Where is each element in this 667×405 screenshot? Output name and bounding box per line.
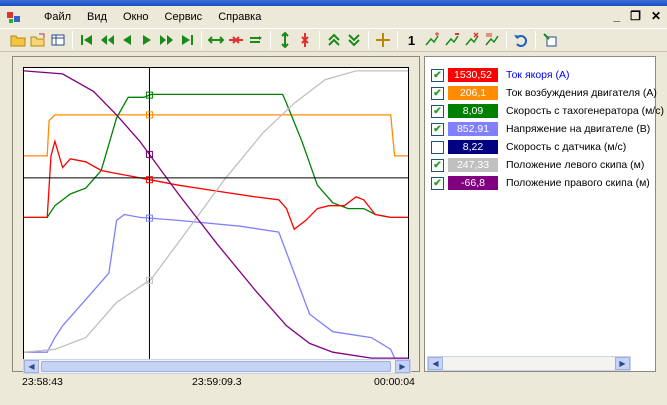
undo-icon[interactable] <box>511 31 530 50</box>
toolbar-separator <box>319 31 320 49</box>
zoom-in-vertical-icon[interactable] <box>275 31 294 50</box>
legend-horizontal-scrollbar[interactable]: ◀ ▶ <box>427 356 631 371</box>
chart-panel: ◀ ▶ <box>12 56 420 374</box>
legend-item[interactable]: ✔ 247,33 Положение левого скипа (м) <box>431 157 644 173</box>
legend-checkbox[interactable]: ✔ <box>431 176 444 190</box>
menu-bar: Файл Вид Окно Сервис Справка _ ❐ ✕ <box>0 6 667 28</box>
legend-item[interactable]: ✔ 852,91 Напряжение на двигателе (В) <box>431 121 650 137</box>
restore-button[interactable]: ❐ <box>630 9 641 23</box>
legend-item[interactable]: 8,22 Скорость с датчика (м/с) <box>431 139 626 155</box>
zoom-out-horizontal-icon[interactable] <box>226 31 245 50</box>
legend-checkbox[interactable]: ✔ <box>431 122 444 136</box>
series-line <box>24 70 408 353</box>
oscillogram-plot[interactable] <box>23 67 409 360</box>
legend-item[interactable]: ✔ 1530,52 Ток якоря (А) <box>431 67 570 83</box>
scale-up-icon[interactable] <box>324 31 343 50</box>
time-cursor: 23:59:09.3 <box>192 376 242 388</box>
time-span: 00:00:04 <box>374 376 415 388</box>
legend-checkbox[interactable]: ✔ <box>431 68 444 82</box>
series-line <box>24 93 408 219</box>
toolbar-separator <box>201 31 202 49</box>
time-start: 23:58:43 <box>22 376 63 388</box>
minimize-button[interactable]: _ <box>613 9 620 23</box>
series-line <box>24 138 408 231</box>
scroll-thumb[interactable] <box>41 361 391 372</box>
menu-file[interactable]: Файл <box>36 7 79 27</box>
scale-down-icon[interactable] <box>344 31 363 50</box>
scroll-right-icon[interactable]: ▶ <box>395 360 410 373</box>
legend-item[interactable]: ✔ 8,09 Скорость с тахогенератора (м/с) <box>431 103 664 119</box>
table-icon[interactable] <box>48 31 67 50</box>
toolbar-separator <box>368 31 369 49</box>
legend-label: Ток якоря (А) <box>506 69 570 81</box>
series-line <box>24 70 408 359</box>
legend-scroll-left-icon[interactable]: ◀ <box>428 357 443 370</box>
legend-label: Напряжение на двигателе (В) <box>506 123 651 135</box>
app-icon[interactable] <box>6 9 22 25</box>
toolbar-separator <box>72 31 73 49</box>
legend-checkbox[interactable]: ✔ <box>431 158 444 172</box>
open-file-icon[interactable] <box>28 31 47 50</box>
play-icon[interactable] <box>137 31 156 50</box>
zoom-in-horizontal-icon[interactable] <box>206 31 225 50</box>
app-window: Файл Вид Окно Сервис Справка _ ❐ ✕ 1 ◀ ▶… <box>0 0 667 405</box>
chart-horizontal-scrollbar[interactable]: ◀ ▶ <box>23 359 411 374</box>
legend-panel: ✔ 1530,52 Ток якоря (А) ✔ 206,1 Ток возбужден… <box>424 56 664 372</box>
legend-item[interactable]: ✔ 206,1 Ток возбуждения двигателя (А) <box>431 85 657 101</box>
fast-forward-icon[interactable] <box>157 31 176 50</box>
marker-number[interactable]: 1 <box>402 31 421 50</box>
marker-clear-icon[interactable] <box>462 31 481 50</box>
step-back-icon[interactable] <box>117 31 136 50</box>
legend-label: Положение левого скипа (м) <box>506 159 645 171</box>
zoom-fit-horizontal-icon[interactable] <box>246 31 265 50</box>
open-folder-icon[interactable] <box>8 31 27 50</box>
menu-window[interactable]: Окно <box>115 7 157 27</box>
legend-value: 8,22 <box>448 140 498 154</box>
menu-view[interactable]: Вид <box>79 7 115 27</box>
scroll-left-icon[interactable]: ◀ <box>24 360 39 373</box>
legend-value: 852,91 <box>448 122 498 136</box>
legend-value: 206,1 <box>448 86 498 100</box>
legend-value: 247,33 <box>448 158 498 172</box>
toolbar-separator <box>506 31 507 49</box>
legend-label: Скорость с тахогенератора (м/с) <box>506 105 664 117</box>
close-button[interactable]: ✕ <box>651 9 661 23</box>
toolbar-separator <box>535 31 536 49</box>
marker-remove-icon[interactable] <box>442 31 461 50</box>
menu-service[interactable]: Сервис <box>157 7 211 27</box>
series-line <box>24 114 408 157</box>
legend-item[interactable]: ✔ -66,8 Положение правого скипа (м) <box>431 175 650 191</box>
cursor-cross-icon[interactable] <box>373 31 392 50</box>
legend-value: 1530,52 <box>448 68 498 82</box>
legend-label: Скорость с датчика (м/с) <box>506 141 627 153</box>
legend-value: -66,8 <box>448 176 498 190</box>
toolbar: 1 <box>0 28 667 52</box>
plot-svg[interactable] <box>24 68 409 360</box>
zoom-out-vertical-icon[interactable] <box>295 31 314 50</box>
marker-add-icon[interactable] <box>422 31 441 50</box>
marker-list-icon[interactable] <box>482 31 501 50</box>
time-axis: 23:58:43 23:59:09.3 00:00:04 <box>22 376 415 390</box>
toolbar-separator <box>397 31 398 49</box>
legend-scroll-right-icon[interactable]: ▶ <box>615 357 630 370</box>
export-icon[interactable] <box>540 31 559 50</box>
rewind-icon[interactable] <box>97 31 116 50</box>
legend-label: Ток возбуждения двигателя (А) <box>506 87 657 99</box>
legend-checkbox[interactable]: ✔ <box>431 86 444 100</box>
legend-checkbox[interactable]: ✔ <box>431 104 444 118</box>
go-last-icon[interactable] <box>177 31 196 50</box>
legend-value: 8,09 <box>448 104 498 118</box>
series-line <box>24 213 408 359</box>
toolbar-separator <box>270 31 271 49</box>
menu-help[interactable]: Справка <box>210 7 269 27</box>
legend-checkbox[interactable] <box>431 140 444 154</box>
legend-label: Положение правого скипа (м) <box>506 177 650 189</box>
go-first-icon[interactable] <box>77 31 96 50</box>
